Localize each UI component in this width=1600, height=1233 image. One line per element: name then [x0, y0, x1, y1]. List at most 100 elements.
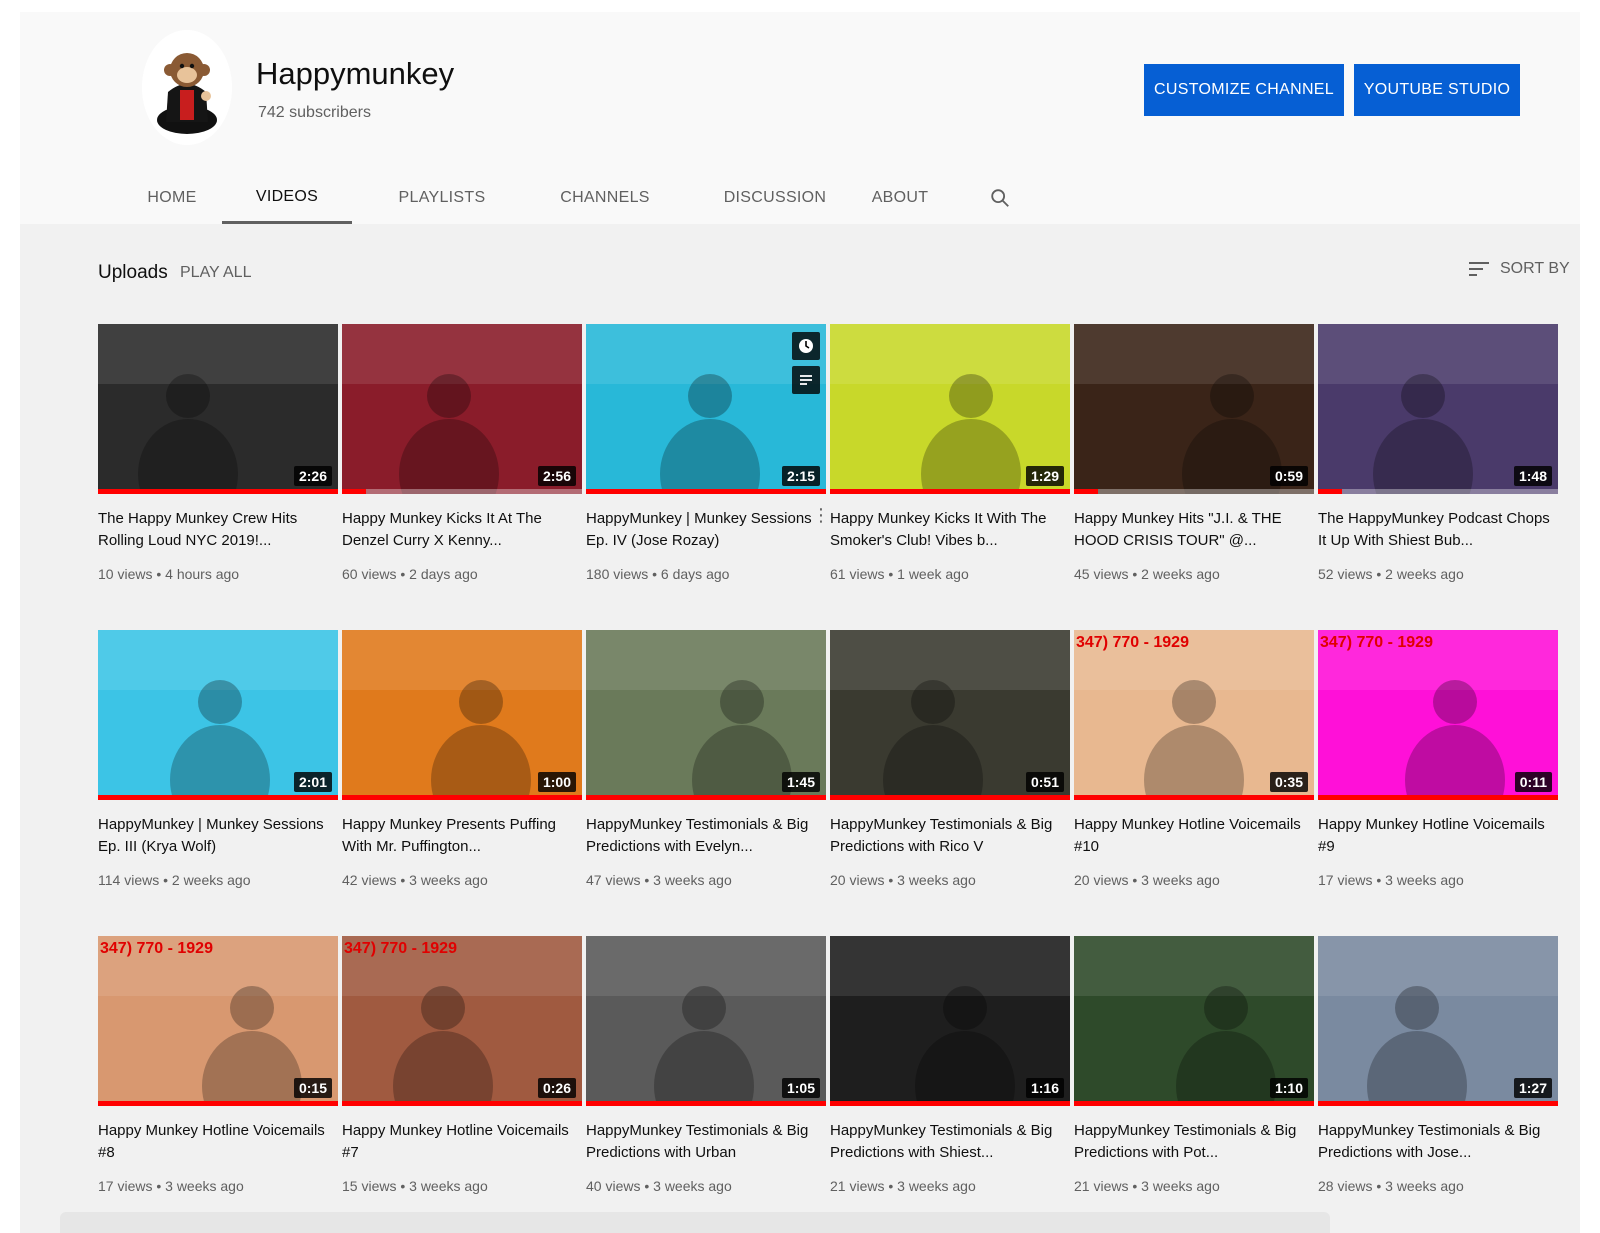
clock-icon [799, 339, 813, 353]
video-thumbnail[interactable]: 1:05 [586, 936, 826, 1106]
video-thumbnail[interactable]: 2:56 [342, 324, 582, 494]
video-title[interactable]: HappyMunkey Testimonials & Big Predictio… [586, 1120, 822, 1164]
video-title[interactable]: HappyMunkey Testimonials & Big Predictio… [830, 1120, 1066, 1164]
video-thumbnail[interactable]: 1:10 [1074, 936, 1314, 1106]
video-thumbnail[interactable]: 347) 770 - 1929 0:11 [1318, 630, 1558, 800]
video-card[interactable]: 1:10 HappyMunkey Testimonials & Big Predi… [1074, 936, 1314, 1216]
video-thumbnail[interactable]: 347) 770 - 1929 0:35 [1074, 630, 1314, 800]
video-card[interactable]: 347) 770 - 1929 0:35 Happy Munkey Hotline … [1074, 630, 1314, 910]
video-meta: 114 views • 2 weeks ago [98, 872, 251, 888]
thumbnail-phone-overlay: 347) 770 - 1929 [100, 940, 213, 957]
tab-videos[interactable]: VIDEOS [222, 172, 352, 224]
video-card[interactable]: 1:05 HappyMunkey Testimonials & Big Predi… [586, 936, 826, 1216]
channel-search-button[interactable] [980, 172, 1020, 224]
video-title[interactable]: Happy Munkey Presents Puffing With Mr. P… [342, 814, 578, 858]
monkey-logo-icon [142, 30, 232, 145]
video-card[interactable]: 2:56 Happy Munkey Kicks It At The Denzel … [342, 324, 582, 604]
video-duration: 0:59 [1269, 466, 1308, 486]
watch-progress-bar [830, 795, 1070, 800]
watch-progress-bar [586, 1101, 826, 1106]
video-duration: 1:10 [1269, 1078, 1308, 1098]
video-thumbnail[interactable]: 1:00 [342, 630, 582, 800]
watch-progress-track [342, 489, 582, 494]
video-meta: 42 views • 3 weeks ago [342, 872, 488, 888]
video-thumbnail[interactable]: 0:59 [1074, 324, 1314, 494]
video-title[interactable]: Happy Munkey Hotline Voicemails #8 [98, 1120, 334, 1164]
video-meta: 21 views • 3 weeks ago [1074, 1178, 1220, 1194]
video-card[interactable]: 1:16 HappyMunkey Testimonials & Big Predi… [830, 936, 1070, 1216]
video-duration: 2:56 [537, 466, 576, 486]
watch-later-button[interactable] [792, 332, 820, 360]
video-title[interactable]: HappyMunkey Testimonials & Big Predictio… [830, 814, 1066, 858]
video-card[interactable]: 2:01 HappyMunkey | Munkey Sessions Ep. II… [98, 630, 338, 910]
video-card[interactable]: 1:29 Happy Munkey Kicks It With The Smoke… [830, 324, 1070, 604]
video-duration: 0:11 [1514, 772, 1552, 792]
video-card[interactable]: 0:59 Happy Munkey Hits "J.I. & THE HOOD C… [1074, 324, 1314, 604]
video-thumbnail[interactable]: 2:01 [98, 630, 338, 800]
video-thumbnail[interactable]: 1:48 [1318, 324, 1558, 494]
sort-by-button[interactable]: SORT BY [1468, 260, 1570, 278]
video-title[interactable]: HappyMunkey Testimonials & Big Predictio… [1318, 1120, 1554, 1164]
video-title[interactable]: HappyMunkey | Munkey Sessions Ep. IV (Jo… [586, 508, 822, 552]
video-thumbnail[interactable]: 0:51 [830, 630, 1070, 800]
more-vert-icon[interactable]: ⋮ [812, 506, 830, 524]
video-card[interactable]: 347) 770 - 1929 0:26 Happy Munkey Hotline … [342, 936, 582, 1216]
video-card[interactable]: 2:26 The Happy Munkey Crew Hits Rolling L… [98, 324, 338, 604]
watch-progress-bar [98, 795, 338, 800]
video-meta: 15 views • 3 weeks ago [342, 1178, 488, 1194]
video-thumbnail[interactable]: 2:26 [98, 324, 338, 494]
customize-channel-button[interactable]: CUSTOMIZE CHANNEL [1144, 64, 1344, 116]
video-card[interactable]: 1:45 HappyMunkey Testimonials & Big Predi… [586, 630, 826, 910]
watch-progress-bar [342, 795, 582, 800]
video-card[interactable]: 1:27 HappyMunkey Testimonials & Big Predi… [1318, 936, 1558, 1216]
video-title[interactable]: Happy Munkey Kicks It With The Smoker's … [830, 508, 1066, 552]
video-title[interactable]: Happy Munkey Hotline Voicemails #7 [342, 1120, 578, 1164]
video-meta: 17 views • 3 weeks ago [98, 1178, 244, 1194]
video-meta: 180 views • 6 days ago [586, 566, 730, 582]
tab-discussion[interactable]: DISCUSSION [690, 172, 860, 224]
watch-progress-bar [830, 1101, 1070, 1106]
tab-home[interactable]: HOME [112, 172, 232, 224]
video-meta: 20 views • 3 weeks ago [830, 872, 976, 888]
watch-progress-bar [586, 795, 826, 800]
play-all-button[interactable]: PLAY ALL [180, 264, 251, 282]
video-duration: 1:00 [537, 772, 576, 792]
video-title[interactable]: Happy Munkey Hotline Voicemails #10 [1074, 814, 1310, 858]
video-card[interactable]: 1:00 Happy Munkey Presents Puffing With M… [342, 630, 582, 910]
tab-about[interactable]: ABOUT [840, 172, 960, 224]
video-thumbnail[interactable]: 347) 770 - 1929 0:15 [98, 936, 338, 1106]
sort-by-label: SORT BY [1500, 260, 1570, 277]
video-title[interactable]: Happy Munkey Hits "J.I. & THE HOOD CRISI… [1074, 508, 1310, 552]
queue-icon [800, 375, 812, 385]
video-thumbnail[interactable]: 347) 770 - 1929 0:26 [342, 936, 582, 1106]
video-card[interactable]: 1:48 The HappyMunkey Podcast Chops It Up … [1318, 324, 1558, 604]
channel-avatar[interactable] [142, 30, 232, 145]
video-thumbnail[interactable]: 1:45 [586, 630, 826, 800]
video-title[interactable]: HappyMunkey Testimonials & Big Predictio… [1074, 1120, 1310, 1164]
bottom-overlay-bar [60, 1212, 1330, 1233]
video-card[interactable]: 2:15 HappyMunkey | Munkey Sessions Ep. IV… [586, 324, 830, 604]
video-card[interactable]: 347) 770 - 1929 0:15 Happy Munkey Hotline … [98, 936, 338, 1216]
tab-channels[interactable]: CHANNELS [530, 172, 680, 224]
channel-header: Happymunkey 742 subscribers CUSTOMIZE CH… [20, 12, 1580, 224]
video-thumbnail[interactable]: 1:27 [1318, 936, 1558, 1106]
video-title[interactable]: Happy Munkey Hotline Voicemails #9 [1318, 814, 1554, 858]
uploads-heading: Uploads [98, 262, 168, 283]
video-thumbnail[interactable]: 2:15 [586, 324, 826, 494]
video-duration: 0:35 [1269, 772, 1308, 792]
video-title[interactable]: HappyMunkey | Munkey Sessions Ep. III (K… [98, 814, 334, 858]
video-thumbnail[interactable]: 1:16 [830, 936, 1070, 1106]
video-title[interactable]: The Happy Munkey Crew Hits Rolling Loud … [98, 508, 334, 552]
video-card[interactable]: 0:51 HappyMunkey Testimonials & Big Predi… [830, 630, 1070, 910]
video-card[interactable]: 347) 770 - 1929 0:11 Happy Munkey Hotline … [1318, 630, 1558, 910]
video-title[interactable]: HappyMunkey Testimonials & Big Predictio… [586, 814, 822, 858]
video-thumbnail[interactable]: 1:29 [830, 324, 1070, 494]
video-duration: 1:16 [1025, 1078, 1064, 1098]
add-to-queue-button[interactable] [792, 366, 820, 394]
tab-playlists[interactable]: PLAYLISTS [372, 172, 512, 224]
youtube-studio-button[interactable]: YOUTUBE STUDIO [1354, 64, 1520, 116]
video-title[interactable]: The HappyMunkey Podcast Chops It Up With… [1318, 508, 1554, 552]
video-duration: 0:51 [1025, 772, 1064, 792]
video-duration: 1:29 [1025, 466, 1064, 486]
video-title[interactable]: Happy Munkey Kicks It At The Denzel Curr… [342, 508, 578, 552]
